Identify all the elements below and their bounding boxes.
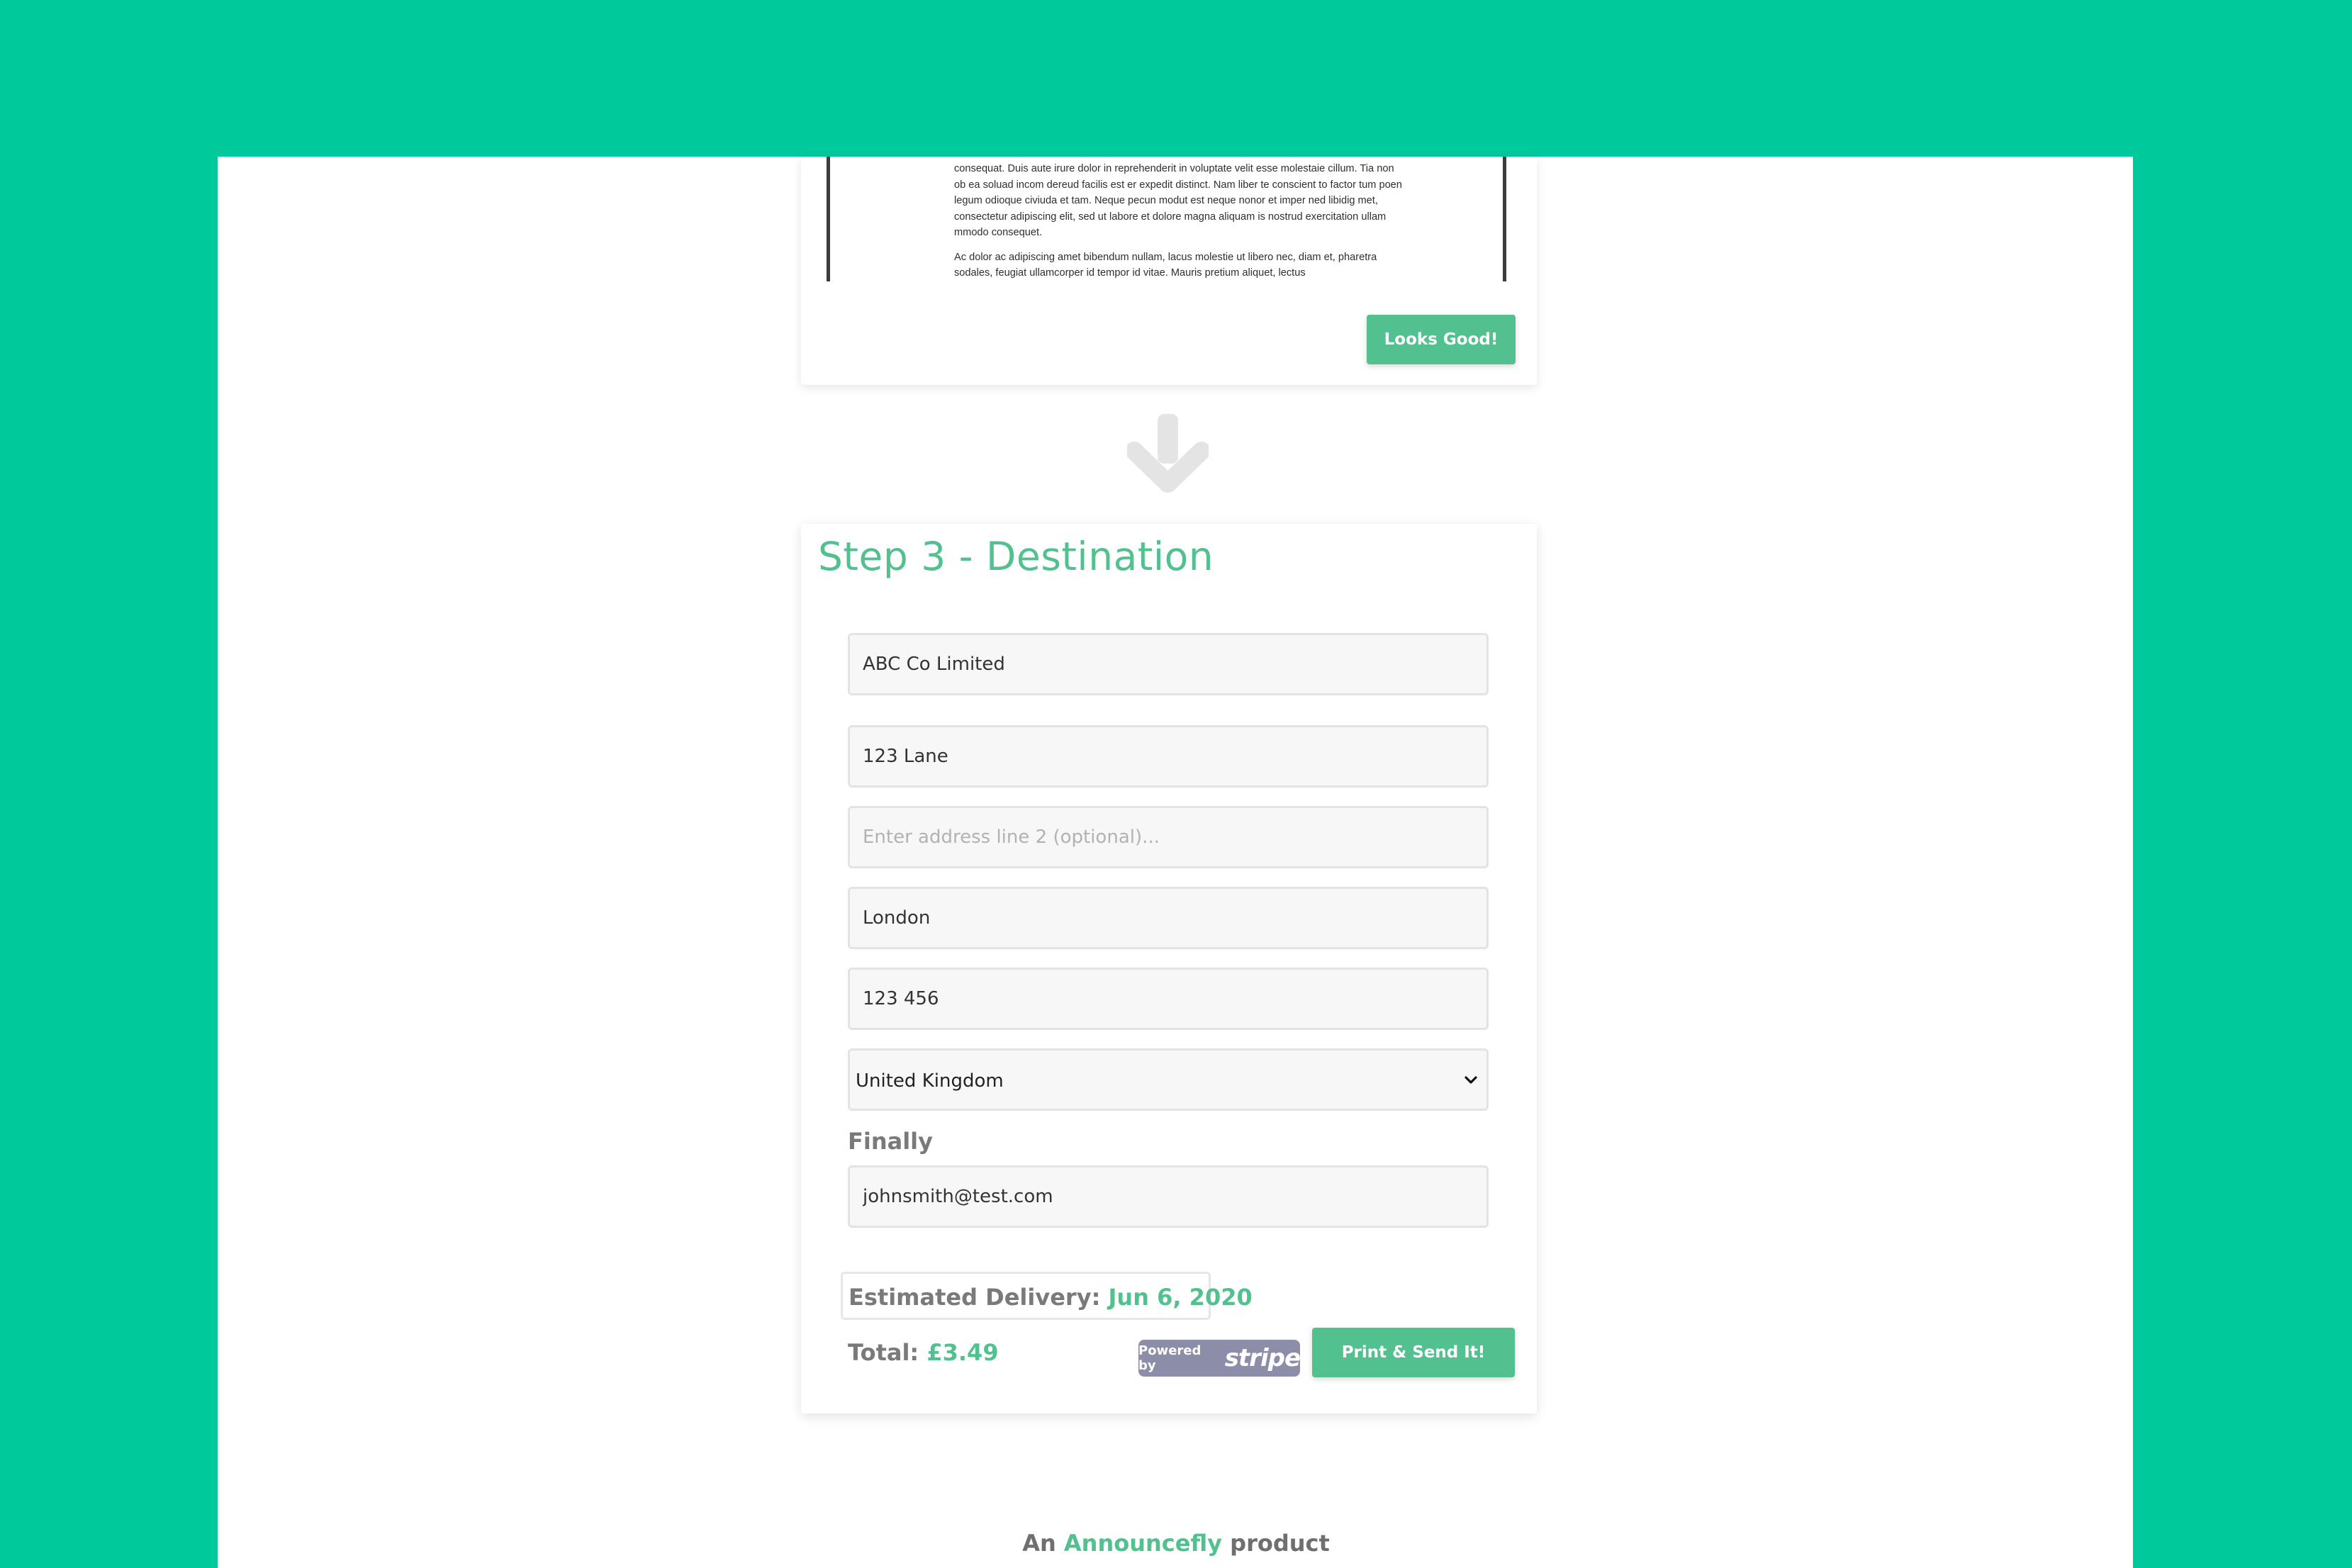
letter-preview-text: consequat. Duis aute irure dolor in repr… (954, 161, 1408, 281)
estimated-delivery-label: Estimated Delivery: (849, 1284, 1101, 1311)
footer-credit: An Announcefly product (0, 1530, 2352, 1557)
destination-card: Step 3 - Destination United Kingdom Fina… (801, 524, 1537, 1413)
preview-paragraph: Ac dolor ac adipiscing amet bibendum nul… (954, 251, 1377, 279)
letter-preview-card: consequat. Duis aute irure dolor in repr… (801, 157, 1537, 385)
total-value: £3.49 (926, 1339, 999, 1366)
country-select[interactable]: United Kingdom (848, 1048, 1489, 1111)
arrow-down-icon (1127, 414, 1209, 493)
email-field[interactable] (848, 1165, 1489, 1228)
announcefly-link[interactable]: Announcefly (1064, 1530, 1222, 1557)
stripe-powered-label: Powered by (1138, 1343, 1202, 1373)
footer-prefix: An (1022, 1530, 1056, 1557)
order-total: Total: £3.49 (848, 1339, 999, 1366)
looks-good-button[interactable]: Looks Good! (1367, 315, 1516, 364)
address-line2-field[interactable] (848, 806, 1489, 868)
city-field[interactable] (848, 887, 1489, 949)
print-send-button[interactable]: Print & Send It! (1312, 1328, 1515, 1377)
preview-paragraph: consequat. Duis aute irure dolor in repr… (954, 163, 1402, 238)
page-title: Step 3 - Destination (818, 534, 1214, 579)
finally-label: Finally (848, 1128, 933, 1155)
company-name-field[interactable] (848, 633, 1489, 695)
estimated-delivery-date: Jun 6, 2020 (1108, 1284, 1253, 1311)
postcode-field[interactable] (848, 968, 1489, 1030)
stripe-logo: stripe (1224, 1344, 1301, 1372)
preview-border-left (827, 157, 830, 281)
powered-by-stripe-badge[interactable]: Powered by stripe (1138, 1340, 1301, 1377)
chevron-down-icon (1465, 1076, 1477, 1084)
total-label: Total: (848, 1339, 919, 1366)
footer-suffix: product (1230, 1530, 1330, 1557)
preview-border-right (1503, 157, 1506, 281)
address-line1-field[interactable] (848, 725, 1489, 788)
country-select-value: United Kingdom (856, 1070, 1004, 1092)
estimated-delivery-box: Estimated Delivery: Jun 6, 2020 (841, 1272, 1253, 1320)
estimated-delivery-text: Estimated Delivery: Jun 6, 2020 (849, 1284, 1253, 1311)
